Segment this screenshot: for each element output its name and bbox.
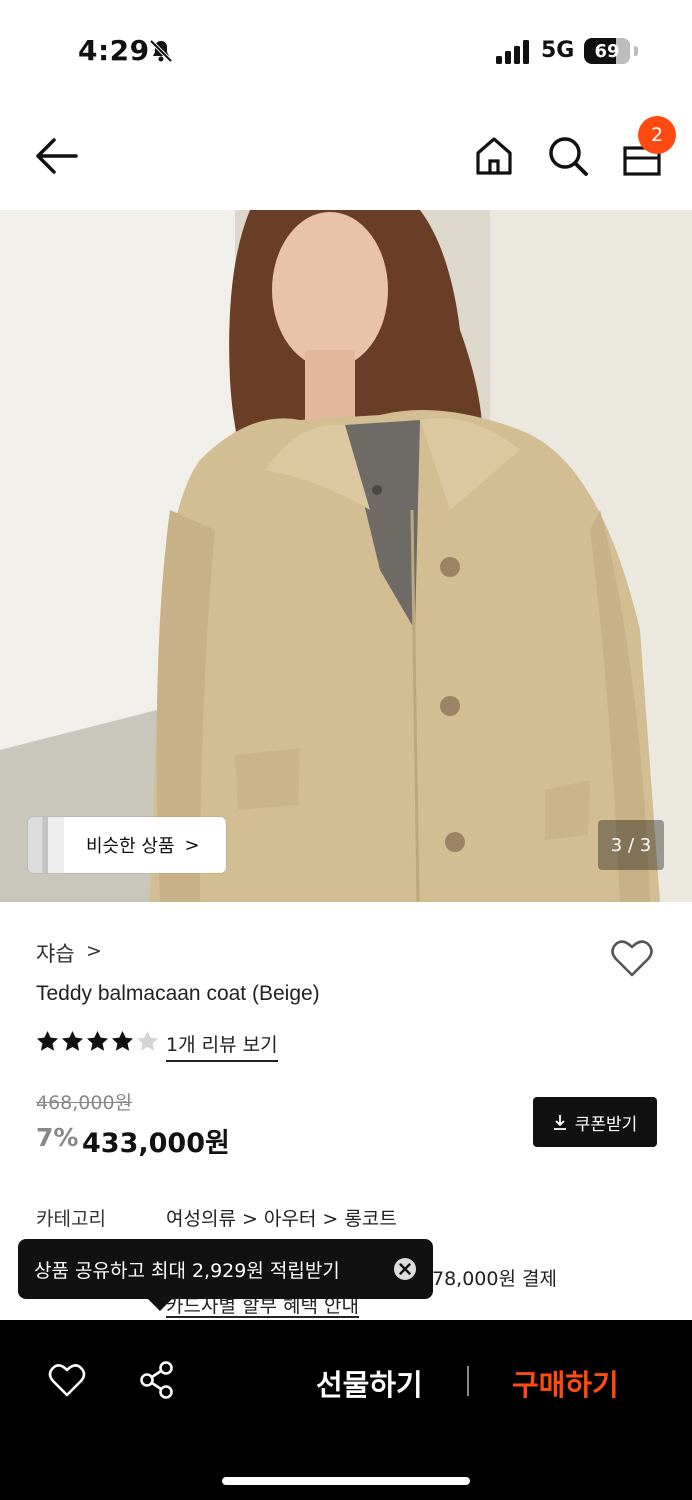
home-indicator bbox=[222, 1477, 470, 1485]
rating-stars bbox=[36, 1030, 159, 1053]
category-label: 카테고리 bbox=[36, 1208, 106, 1230]
close-icon[interactable] bbox=[393, 1257, 417, 1281]
coupon-label: 쿠폰받기 bbox=[574, 1114, 638, 1135]
back-arrow-icon[interactable] bbox=[34, 136, 80, 176]
star-icon bbox=[111, 1030, 134, 1051]
top-navigation bbox=[0, 100, 692, 210]
original-price: 468,000원 bbox=[36, 1092, 133, 1114]
buy-button[interactable]: 구매하기 bbox=[512, 1362, 619, 1404]
wishlist-heart-icon[interactable] bbox=[48, 1362, 86, 1398]
share-icon[interactable] bbox=[138, 1360, 176, 1400]
bottom-action-bar: 선물하기 구매하기 bbox=[0, 1320, 692, 1500]
brand-name[interactable]: 쟈습 bbox=[36, 938, 75, 968]
divider bbox=[467, 1366, 469, 1396]
chevron-right-icon: > bbox=[184, 834, 200, 856]
gift-button[interactable]: 선물하기 bbox=[316, 1362, 423, 1404]
similar-thumbnail bbox=[28, 817, 64, 873]
sale-price: 433,000원 bbox=[82, 1128, 230, 1159]
network-type: 5G bbox=[541, 38, 575, 63]
status-bar: 4:29 5G 69 bbox=[0, 0, 692, 100]
battery-level: 69 bbox=[594, 40, 620, 62]
battery-icon: 69 bbox=[584, 38, 638, 64]
wishlist-heart-icon[interactable] bbox=[610, 938, 654, 978]
product-photo bbox=[0, 210, 692, 902]
signal-icon bbox=[496, 40, 529, 64]
toast-text: 상품 공유하고 최대 2,929원 적립받기 bbox=[34, 1259, 340, 1282]
image-page-indicator: 3 / 3 bbox=[598, 820, 664, 870]
card-installment-link[interactable]: 카드사별 할부 혜택 안내 bbox=[166, 1296, 359, 1318]
share-reward-toast: 상품 공유하고 최대 2,929원 적립받기 bbox=[18, 1239, 433, 1311]
reviews-link[interactable]: 1개 리뷰 보기 bbox=[166, 1030, 278, 1062]
similar-products-label: 비슷한 상품 bbox=[86, 836, 175, 857]
star-icon bbox=[36, 1030, 59, 1051]
category-breadcrumb[interactable]: 여성의류 > 아우터 > 롱코트 bbox=[166, 1204, 397, 1231]
download-icon bbox=[553, 1115, 566, 1130]
brand-chevron-icon[interactable]: > bbox=[86, 940, 102, 962]
search-icon[interactable] bbox=[546, 134, 590, 178]
coupon-button[interactable]: 쿠폰받기 bbox=[533, 1097, 657, 1147]
product-title: Teddy balmacaan coat (Beige) bbox=[36, 982, 320, 1005]
cart-count-badge: 2 bbox=[638, 116, 676, 154]
similar-products-button[interactable]: 비슷한 상품 > bbox=[28, 817, 226, 873]
home-icon[interactable] bbox=[472, 134, 516, 178]
payment-info: 78,000원 결제 bbox=[432, 1268, 557, 1290]
star-icon bbox=[86, 1030, 109, 1051]
product-image[interactable] bbox=[0, 210, 692, 902]
star-icon bbox=[61, 1030, 84, 1051]
star-empty-icon bbox=[136, 1030, 159, 1051]
discount-rate: 7% bbox=[36, 1123, 79, 1152]
bell-muted-icon bbox=[149, 39, 173, 63]
status-time: 4:29 bbox=[78, 34, 150, 67]
